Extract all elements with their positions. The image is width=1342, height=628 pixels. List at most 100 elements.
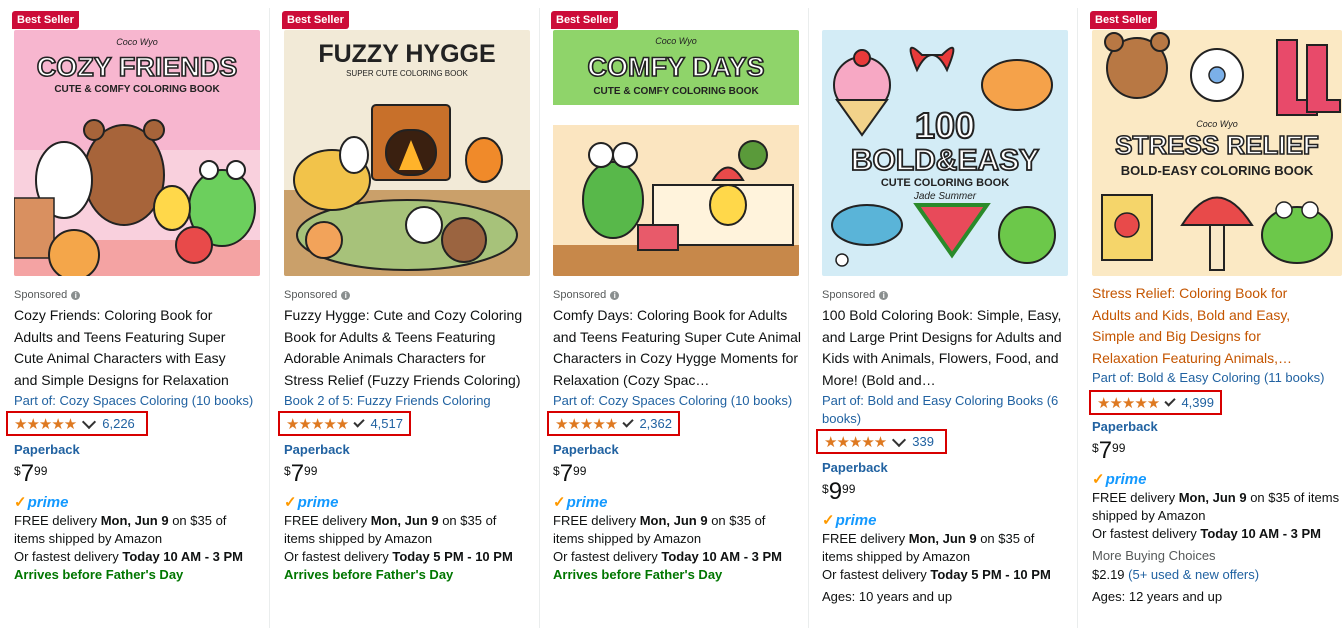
fastest-time: Today 10 AM - 3 PM	[1200, 526, 1322, 541]
product-title[interactable]: Cozy Friends: Coloring Book for Adults a…	[14, 305, 246, 392]
delivery-info: FREE delivery Mon, Jun 9 on $35 of items…	[553, 512, 798, 548]
prime-check-icon: ✓	[822, 512, 835, 529]
fastest-time: Today 10 AM - 3 PM	[661, 549, 783, 564]
svg-text:BOLD&EASY: BOLD&EASY	[851, 144, 1039, 177]
product-title[interactable]: 100 Bold Coloring Book: Simple, Easy, an…	[822, 305, 1067, 392]
product-title[interactable]: Comfy Days: Coloring Book for Adults and…	[553, 305, 801, 392]
info-icon[interactable]: i	[341, 290, 351, 300]
series-link[interactable]: Part of: Bold & Easy Coloring (11 books)	[1092, 369, 1342, 387]
product-title[interactable]: Stress Relief: Coloring Book for Adults …	[1092, 283, 1312, 370]
price-whole: 7	[1098, 437, 1113, 464]
sponsored-label[interactable]: Sponsored i	[284, 289, 531, 301]
rating-count-link[interactable]: 6,226	[102, 416, 135, 431]
price[interactable]: $7 99	[14, 462, 261, 486]
age-range: Ages: 12 years and up	[1092, 589, 1223, 604]
price-symbol: $	[553, 464, 560, 478]
rating-highlight[interactable]: ★★★★★ 2,362	[547, 411, 680, 436]
chevron-down-icon[interactable]	[82, 414, 97, 429]
book-cover-image[interactable]: Coco Wyo COZY FRIENDS CUTE & COMFY COLOR…	[14, 30, 260, 276]
prime-text: prime	[566, 493, 608, 511]
book-cover-image[interactable]: FUZZY HYGGE SUPER CUTE COLORING BOOK	[284, 30, 530, 276]
svg-text:Coco Wyo: Coco Wyo	[655, 36, 697, 46]
product-card[interactable]: Best Seller Coco Wyo COMFY DAYS CUTE & C…	[545, 8, 809, 628]
rating-count-link[interactable]: 339	[912, 434, 934, 449]
format-link[interactable]: Paperback	[822, 460, 1069, 475]
rating-highlight[interactable]: ★★★★★ 4,517	[278, 411, 411, 436]
price-fraction: 99	[1112, 441, 1126, 455]
rating-highlight[interactable]: ★★★★★ 6,226	[6, 411, 148, 436]
price[interactable]: $9 99	[822, 480, 1069, 504]
best-seller-badge: Best Seller	[551, 11, 618, 29]
fastest-prefix: Or fastest delivery	[284, 549, 393, 564]
used-offers-link[interactable]: (5+ used & new offers)	[1128, 567, 1259, 582]
rating-count-link[interactable]: 4,399	[1181, 395, 1214, 410]
delivery-date: Mon, Jun 9	[1178, 490, 1247, 505]
delivery-date: Mon, Jun 9	[908, 531, 977, 546]
format-link[interactable]: Paperback	[14, 442, 261, 457]
info-icon[interactable]: i	[879, 290, 889, 300]
sponsored-label[interactable]: Sponsored i	[822, 289, 1069, 301]
chevron-down-icon[interactable]	[353, 415, 366, 428]
fastest-prefix: Or fastest delivery	[822, 567, 931, 582]
price[interactable]: $7 99	[553, 462, 800, 486]
product-card[interactable]: 100 BOLD&EASY CUTE COLORING BOOK Jade Su…	[814, 8, 1078, 628]
chevron-down-icon[interactable]	[892, 432, 907, 447]
book-cover-image[interactable]: Coco Wyo STRESS RELIEF BOLD-EASY COLORIN…	[1092, 30, 1342, 276]
rating-highlight[interactable]: ★★★★★ 4,399	[1089, 390, 1222, 415]
product-card[interactable]: Best Seller Coco Wyo STRESS RELIEF BOLD-…	[1084, 8, 1342, 628]
fastest-prefix: Or fastest delivery	[553, 549, 662, 564]
prime-text: prime	[297, 493, 339, 511]
prime-badge: ✓ prime	[553, 493, 800, 512]
series-link[interactable]: Book 2 of 5: Fuzzy Friends Coloring	[284, 392, 524, 410]
best-seller-badge: Best Seller	[12, 11, 79, 29]
used-offers[interactable]: $2.19 (5+ used & new offers)	[1092, 566, 1342, 584]
book-cover-image[interactable]: Coco Wyo COMFY DAYS CUTE & COMFY COLORIN…	[553, 30, 799, 276]
prime-check-icon: ✓	[553, 494, 566, 511]
series-link[interactable]: Part of: Cozy Spaces Coloring (10 books)	[553, 392, 798, 410]
fastest-prefix: Or fastest delivery	[1092, 526, 1201, 541]
price[interactable]: $7 99	[284, 462, 531, 486]
fastest-prefix: Or fastest delivery	[14, 549, 123, 564]
delivery-info: FREE delivery Mon, Jun 9 on $35 of items…	[14, 512, 259, 548]
chevron-down-icon[interactable]	[622, 415, 635, 428]
prime-check-icon: ✓	[14, 494, 27, 511]
product-title[interactable]: Fuzzy Hygge: Cute and Cozy Coloring Book…	[284, 305, 529, 392]
series-link[interactable]: Part of: Cozy Spaces Coloring (10 books)	[14, 392, 254, 410]
info-icon[interactable]: i	[610, 290, 620, 300]
price-symbol: $	[1092, 441, 1099, 455]
info-icon[interactable]: i	[71, 290, 81, 300]
format-link[interactable]: Paperback	[284, 442, 531, 457]
format-link[interactable]: Paperback	[1092, 419, 1342, 434]
sponsored-label[interactable]: Sponsored i	[14, 289, 261, 301]
sponsored-label[interactable]: Sponsored i	[553, 289, 800, 301]
price[interactable]: $7 99	[1092, 439, 1342, 463]
delivery-prefix: FREE delivery	[553, 513, 640, 528]
star-rating-icon: ★★★★★	[824, 433, 887, 451]
rating-count-link[interactable]: 2,362	[639, 416, 672, 431]
book-cover-image[interactable]: 100 BOLD&EASY CUTE COLORING BOOK Jade Su…	[822, 30, 1068, 276]
rating-highlight[interactable]: ★★★★★ 339	[816, 429, 947, 454]
format-link[interactable]: Paperback	[553, 442, 800, 457]
sponsored-text: Sponsored	[14, 289, 68, 301]
svg-text:CUTE COLORING BOOK: CUTE COLORING BOOK	[881, 177, 1009, 189]
chevron-down-icon[interactable]	[1164, 394, 1177, 407]
arrives-note: Arrives before Father's Day	[14, 567, 184, 582]
price-fraction: 99	[573, 464, 587, 478]
svg-text:CUTE & COMFY COLORING BOOK: CUTE & COMFY COLORING BOOK	[54, 84, 220, 95]
svg-text:BOLD-EASY COLORING BOOK: BOLD-EASY COLORING BOOK	[1121, 163, 1314, 178]
product-card[interactable]: Best Seller FUZZY HYGGE SUPER CUTE COLOR…	[276, 8, 540, 628]
series-link[interactable]: Part of: Bold and Easy Coloring Books (6…	[822, 392, 1060, 428]
svg-text:SUPER CUTE COLORING BOOK: SUPER CUTE COLORING BOOK	[346, 69, 468, 78]
price-whole: 7	[559, 460, 574, 487]
star-rating-icon: ★★★★★	[555, 415, 618, 433]
fastest-delivery: Or fastest delivery Today 10 AM - 3 PM	[14, 548, 259, 566]
svg-text:Coco Wyo: Coco Wyo	[116, 37, 158, 47]
prime-text: prime	[1105, 470, 1147, 488]
delivery-prefix: FREE delivery	[1092, 490, 1179, 505]
delivery-info: FREE delivery Mon, Jun 9 on $35 of items…	[1092, 489, 1342, 525]
product-card[interactable]: Best Seller Coco Wyo COZY FRIENDS CUTE &…	[6, 8, 270, 628]
prime-badge: ✓ prime	[1092, 470, 1342, 489]
price-whole: 9	[828, 478, 843, 505]
rating-count-link[interactable]: 4,517	[370, 416, 403, 431]
delivery-info: FREE delivery Mon, Jun 9 on $35 of items…	[822, 530, 1067, 566]
